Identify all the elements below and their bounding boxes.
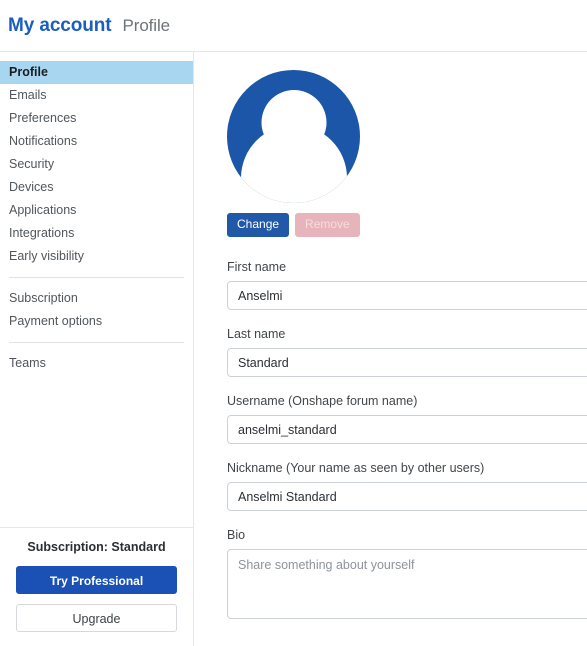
sidebar-item-notifications[interactable]: Notifications [0, 130, 193, 153]
subscription-status-label: Subscription: Standard [27, 540, 166, 554]
sidebar-item-early-visibility[interactable]: Early visibility [0, 245, 193, 268]
field-nickname: Nickname (Your name as seen by other use… [227, 461, 587, 512]
page-header: My account Profile [0, 0, 587, 52]
sidebar-item-integrations[interactable]: Integrations [0, 222, 193, 245]
sidebar-item-label: Integrations [9, 226, 75, 240]
try-professional-button[interactable]: Try Professional [16, 566, 177, 594]
page-subtitle: Profile [122, 15, 171, 35]
field-bio: Bio [227, 528, 587, 620]
page-body: Profile Emails Preferences Notifications… [0, 52, 587, 646]
sidebar-item-label: Devices [9, 180, 54, 194]
change-avatar-button[interactable]: Change [227, 213, 290, 238]
sidebar-item-label: Payment options [9, 314, 103, 328]
sidebar-item-devices[interactable]: Devices [0, 176, 193, 199]
subscription-footer: Subscription: Standard Try Professional … [0, 527, 193, 646]
sidebar-item-label: Security [9, 157, 55, 171]
bio-label: Bio [227, 528, 246, 543]
sidebar-item-emails[interactable]: Emails [0, 84, 193, 107]
field-last-name: Last name [227, 327, 587, 378]
sidebar-item-subscription[interactable]: Subscription [0, 287, 193, 310]
field-username: Username (Onshape forum name) [227, 394, 587, 445]
sidebar-item-label: Applications [9, 203, 77, 217]
sidebar-divider-1 [9, 277, 184, 278]
first-name-input[interactable] [227, 281, 587, 311]
sidebar-item-preferences[interactable]: Preferences [0, 107, 193, 130]
first-name-label: First name [227, 260, 287, 275]
sidebar-item-teams[interactable]: Teams [0, 352, 193, 375]
sidebar-item-payment-options[interactable]: Payment options [0, 310, 193, 333]
sidebar-divider-2 [9, 342, 184, 343]
sidebar-item-label: Emails [9, 88, 47, 102]
last-name-label: Last name [227, 327, 286, 342]
profile-form: Change Remove First name Last name Usern… [194, 52, 587, 646]
remove-avatar-button: Remove [295, 213, 360, 238]
sidebar-item-label: Early visibility [9, 249, 85, 263]
bio-textarea[interactable] [227, 549, 587, 620]
avatar-body-icon [240, 125, 347, 203]
avatar[interactable] [227, 70, 360, 203]
page-title: My account [8, 14, 112, 36]
sidebar-nav: Profile Emails Preferences Notifications… [0, 52, 193, 527]
sidebar-item-label: Notifications [9, 134, 78, 148]
sidebar-item-label: Preferences [9, 111, 77, 125]
sidebar-item-label: Teams [9, 356, 46, 370]
nickname-label: Nickname (Your name as seen by other use… [227, 461, 485, 476]
username-input[interactable] [227, 415, 587, 445]
sidebar: Profile Emails Preferences Notifications… [0, 52, 194, 646]
sidebar-item-applications[interactable]: Applications [0, 199, 193, 222]
upgrade-button[interactable]: Upgrade [16, 604, 177, 632]
username-label: Username (Onshape forum name) [227, 394, 418, 409]
last-name-input[interactable] [227, 348, 587, 378]
nickname-input[interactable] [227, 482, 587, 512]
avatar-actions: Change Remove [227, 213, 587, 238]
sidebar-item-security[interactable]: Security [0, 153, 193, 176]
sidebar-item-label: Profile [9, 65, 48, 79]
sidebar-item-profile[interactable]: Profile [0, 61, 193, 84]
field-first-name: First name [227, 260, 587, 311]
sidebar-item-label: Subscription [9, 291, 78, 305]
